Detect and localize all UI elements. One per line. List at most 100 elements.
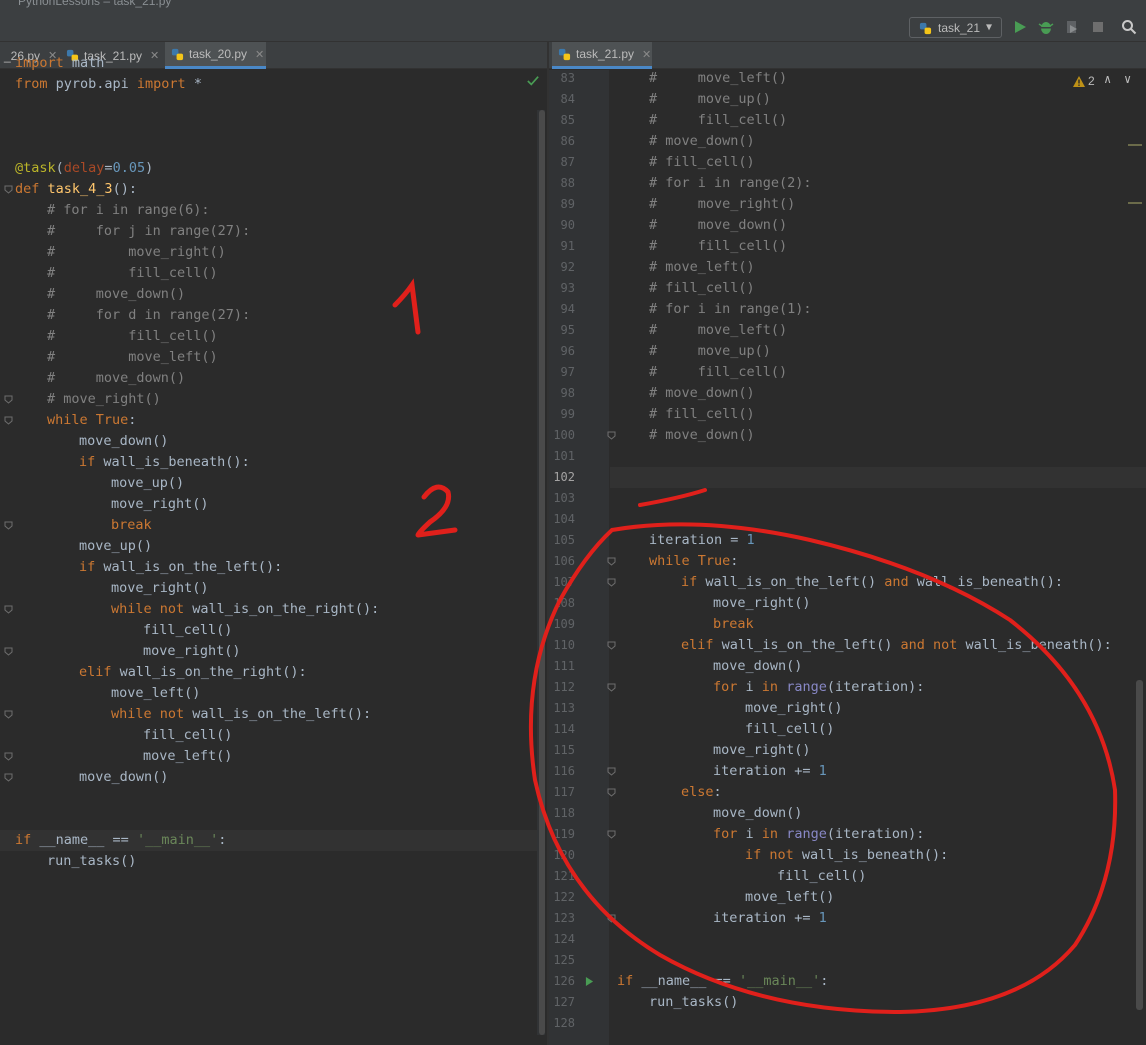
- code-line[interactable]: # move_down(): [47, 368, 185, 389]
- fold-icon[interactable]: [4, 752, 13, 761]
- line-number[interactable]: 110: [549, 635, 575, 656]
- error-stripe-mark[interactable]: [1128, 144, 1142, 146]
- fold-icon[interactable]: [4, 416, 13, 425]
- code-line[interactable]: # move_left(): [649, 320, 787, 341]
- code-line[interactable]: move_right(): [745, 698, 843, 719]
- line-number[interactable]: 109: [549, 614, 575, 635]
- error-stripe-mark[interactable]: [1128, 202, 1142, 204]
- coverage-icon[interactable]: [1062, 17, 1082, 37]
- line-number[interactable]: 101: [549, 446, 575, 467]
- fold-icon[interactable]: [4, 710, 13, 719]
- code-line[interactable]: # for i in range(6):: [47, 200, 210, 221]
- code-line[interactable]: # move_down(): [649, 131, 755, 152]
- line-number[interactable]: 115: [549, 740, 575, 761]
- line-number[interactable]: 107: [549, 572, 575, 593]
- line-number[interactable]: 126: [549, 971, 575, 992]
- code-line[interactable]: if __name__ == '__main__':: [15, 830, 226, 851]
- code-line[interactable]: while True:: [47, 410, 136, 431]
- code-line[interactable]: fill_cell(): [143, 620, 232, 641]
- code-line[interactable]: else:: [681, 782, 722, 803]
- code-line[interactable]: break: [713, 614, 754, 635]
- code-line[interactable]: run_tasks(): [47, 851, 136, 872]
- fold-icon[interactable]: [4, 521, 13, 530]
- code-line[interactable]: # move_left(): [649, 68, 787, 89]
- code-line[interactable]: move_down(): [79, 767, 168, 788]
- run-icon[interactable]: [1010, 17, 1030, 37]
- line-number[interactable]: 124: [549, 929, 575, 950]
- code-line[interactable]: move_up(): [111, 473, 184, 494]
- code-line[interactable]: move_right(): [143, 641, 241, 662]
- code-line[interactable]: # move_down(): [47, 284, 185, 305]
- code-line[interactable]: # fill_cell(): [47, 326, 218, 347]
- chevron-up-icon[interactable]: ∧: [1104, 72, 1111, 86]
- line-number[interactable]: 119: [549, 824, 575, 845]
- line-number[interactable]: 83: [549, 68, 575, 89]
- line-number[interactable]: 122: [549, 887, 575, 908]
- line-number[interactable]: 103: [549, 488, 575, 509]
- code-line[interactable]: move_up(): [79, 536, 152, 557]
- code-line[interactable]: # fill_cell(): [47, 263, 218, 284]
- code-line[interactable]: if wall_is_on_the_left() and wall_is_ben…: [681, 572, 1063, 593]
- fold-icon[interactable]: [4, 185, 13, 194]
- left-scrollbar-thumb[interactable]: [539, 110, 545, 1035]
- code-line[interactable]: # fill_cell(): [649, 152, 755, 173]
- fold-icon[interactable]: [4, 395, 13, 404]
- code-line[interactable]: break: [111, 515, 152, 536]
- line-number[interactable]: 85: [549, 110, 575, 131]
- code-line[interactable]: from pyrob.api import *: [15, 74, 202, 95]
- code-line[interactable]: move_right(): [111, 578, 209, 599]
- chevron-down-icon[interactable]: ∨: [1124, 72, 1131, 86]
- run-gutter-icon[interactable]: [585, 977, 594, 986]
- code-line[interactable]: while not wall_is_on_the_right():: [111, 599, 379, 620]
- code-line[interactable]: # for d in range(27):: [47, 305, 250, 326]
- code-line[interactable]: if __name__ == '__main__':: [617, 971, 828, 992]
- close-icon[interactable]: ✕: [150, 49, 159, 62]
- line-number[interactable]: 94: [549, 299, 575, 320]
- close-icon[interactable]: ✕: [642, 48, 651, 61]
- code-line[interactable]: # move_down(): [649, 383, 755, 404]
- code-line[interactable]: fill_cell(): [745, 719, 834, 740]
- code-line[interactable]: move_right(): [713, 593, 811, 614]
- line-number[interactable]: 102: [549, 467, 575, 488]
- fold-icon[interactable]: [607, 557, 616, 566]
- fold-icon[interactable]: [4, 773, 13, 782]
- line-number[interactable]: 97: [549, 362, 575, 383]
- code-line[interactable]: # move_right(): [649, 194, 795, 215]
- line-number[interactable]: 116: [549, 761, 575, 782]
- line-number[interactable]: 114: [549, 719, 575, 740]
- fold-icon[interactable]: [607, 830, 616, 839]
- code-line[interactable]: # move_up(): [649, 341, 771, 362]
- code-line[interactable]: # move_up(): [649, 89, 771, 110]
- code-line[interactable]: elif wall_is_on_the_right():: [79, 662, 307, 683]
- debug-icon[interactable]: [1036, 17, 1056, 37]
- line-number[interactable]: 105: [549, 530, 575, 551]
- line-number[interactable]: 87: [549, 152, 575, 173]
- fold-icon[interactable]: [607, 914, 616, 923]
- fold-icon[interactable]: [607, 431, 616, 440]
- line-number[interactable]: 98: [549, 383, 575, 404]
- code-line[interactable]: move_left(): [143, 746, 232, 767]
- code-line[interactable]: for i in range(iteration):: [713, 677, 924, 698]
- code-line[interactable]: iteration += 1: [713, 908, 827, 929]
- line-number[interactable]: 117: [549, 782, 575, 803]
- code-line[interactable]: if wall_is_on_the_left():: [79, 557, 282, 578]
- line-number[interactable]: 118: [549, 803, 575, 824]
- line-number[interactable]: 90: [549, 215, 575, 236]
- line-number[interactable]: 92: [549, 257, 575, 278]
- fold-icon[interactable]: [4, 647, 13, 656]
- code-line[interactable]: # for i in range(2):: [649, 173, 812, 194]
- code-line[interactable]: # move_right(): [47, 389, 161, 410]
- line-number-gutter[interactable]: 83 84 85 86 87 88 89 90 91 92 93 94 95 96 97 98 99 100 101…: [549, 68, 616, 1045]
- code-line[interactable]: # move_left(): [649, 257, 755, 278]
- tab-task-20[interactable]: task_20.py ✕: [165, 42, 266, 69]
- fold-icon[interactable]: [607, 683, 616, 692]
- fold-icon[interactable]: [4, 605, 13, 614]
- code-line[interactable]: while not wall_is_on_the_left():: [111, 704, 371, 725]
- code-line[interactable]: move_down(): [713, 803, 802, 824]
- line-number[interactable]: 95: [549, 320, 575, 341]
- line-number[interactable]: 88: [549, 173, 575, 194]
- code-line[interactable]: # fill_cell(): [649, 110, 787, 131]
- line-number[interactable]: 106: [549, 551, 575, 572]
- code-line[interactable]: move_right(): [713, 740, 811, 761]
- code-line[interactable]: move_down(): [713, 656, 802, 677]
